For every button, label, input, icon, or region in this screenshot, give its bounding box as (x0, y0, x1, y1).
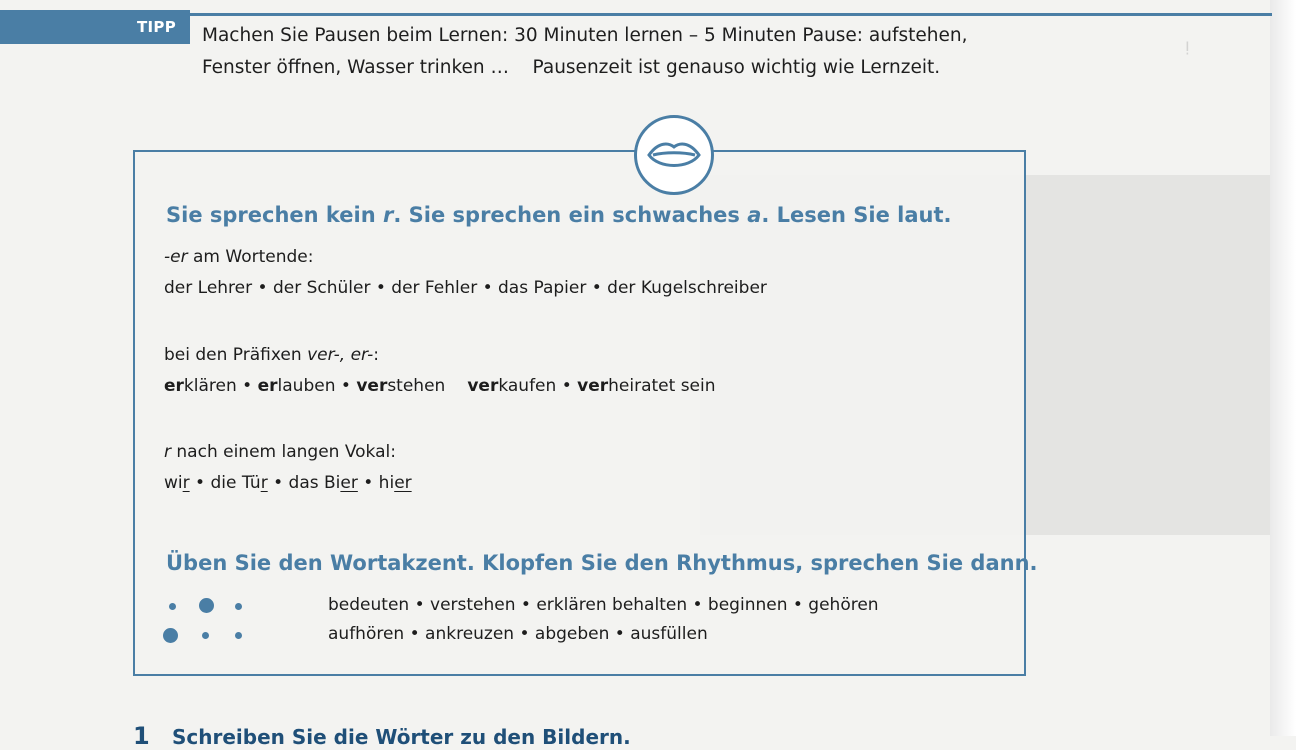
tipp-text: Machen Sie Pausen beim Lernen: 30 Minute… (202, 20, 1082, 84)
word-rest: kaufen (498, 376, 557, 396)
separator: • (556, 376, 578, 396)
mouth-icon-graphic (647, 142, 701, 167)
heading-part: . Sie sprechen ein schwaches (393, 203, 748, 227)
rhythm-dot-large (163, 628, 178, 643)
tipp-rule (190, 13, 1272, 16)
word-prefix: ver (356, 376, 388, 396)
exercise-number: 1 (133, 722, 150, 750)
accent-row-2: aufhören • ankreuzen • abgeben • ausfüll… (328, 624, 708, 644)
group-prefix-words: erklären • erlauben • verstehen verkaufen… (164, 376, 716, 396)
heading-part: Sie sprechen kein (166, 203, 384, 227)
word-part: • die Tü (189, 473, 261, 493)
word-rest: stehen (387, 376, 446, 396)
rhythm-dot-small (202, 632, 209, 639)
word-part: • das Bi (267, 473, 341, 493)
section-heading-r: Sie sprechen kein r. Sie sprechen ein sc… (166, 203, 952, 227)
letter-r: r (164, 442, 171, 462)
mouth-icon (634, 115, 714, 195)
word-rest: klären (183, 376, 237, 396)
group-er-title: -er am Wortende: (164, 247, 313, 267)
suffix-er: -er (164, 247, 188, 267)
separator: • (236, 376, 258, 396)
tipp-line-1: Machen Sie Pausen beim Lernen: 30 Minute… (202, 25, 968, 46)
word-prefix: er (164, 376, 184, 396)
rhythm-dot-large (199, 598, 214, 613)
word-prefix: er (257, 376, 278, 396)
group-vowel-words: wir • die Tür • das Bier • hier (164, 473, 412, 493)
page-edge (1270, 0, 1296, 736)
tipp-label: TIPP (137, 18, 177, 36)
group-title-text: bei den Präfixen (164, 345, 308, 365)
exercise-instruction: Schreiben Sie die Wörter zu den Bildern. (172, 725, 631, 749)
heading-letter-a: a (747, 203, 762, 227)
group-title-text: : (373, 345, 379, 365)
word-prefix: ver (467, 376, 499, 396)
word-part: wi (164, 473, 183, 493)
heading-letter-r: r (383, 203, 394, 227)
group-vowel-title: r nach einem langen Vokal: (164, 442, 396, 462)
word-part: • hi (357, 473, 395, 493)
group-prefix-title: bei den Präfixen ver-, er-: (164, 345, 379, 365)
underlined-r: r (182, 473, 190, 493)
word-rest: heiratet sein (608, 376, 716, 396)
accent-row-1: bedeuten • verstehen • erklären behalten… (328, 595, 879, 615)
tipp-line-2: Fenster öffnen, Wasser trinken … Pausenz… (202, 57, 941, 78)
rhythm-dot-small (169, 603, 176, 610)
word-rest: lauben (277, 376, 336, 396)
section-heading-accent: Üben Sie den Wortakzent. Klopfen Sie den… (166, 551, 1038, 575)
rhythm-dot-small (235, 603, 242, 610)
underlined-r: r (260, 473, 268, 493)
separator: • (335, 376, 357, 396)
word-prefix: ver (577, 376, 609, 396)
heading-part: . Lesen Sie laut. (761, 203, 952, 227)
group-er-words: der Lehrer • der Schüler • der Fehler • … (164, 278, 767, 298)
group-title-text: nach einem langen Vokal: (171, 442, 396, 462)
prefixes: ver-, er- (307, 345, 374, 365)
bleed-text: ᴉ (1185, 36, 1190, 56)
underlined-er: er (394, 473, 412, 493)
group-title-text: am Wortende: (187, 247, 314, 267)
rhythm-dot-small (235, 632, 242, 639)
underlined-er: er (340, 473, 358, 493)
